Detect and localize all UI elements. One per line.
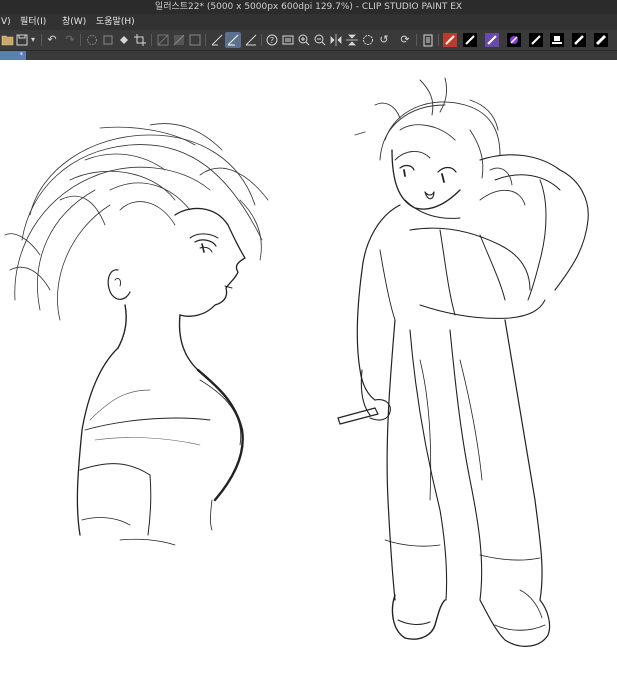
drawing-canvas[interactable]: [0, 60, 617, 680]
tablet-icon[interactable]: [420, 32, 436, 48]
flip-vertical-icon[interactable]: [344, 32, 360, 48]
document-tab-bar: *: [0, 51, 617, 60]
crop-icon[interactable]: [132, 32, 148, 48]
eraser-icon[interactable]: [571, 32, 587, 48]
undo-icon[interactable]: ↶: [44, 32, 60, 48]
layers-icon[interactable]: [280, 32, 296, 48]
frame-icon[interactable]: [187, 32, 203, 48]
clear-selection-icon[interactable]: [84, 32, 100, 48]
snap-icon[interactable]: [209, 32, 225, 48]
refresh-icon[interactable]: ⟳: [397, 32, 413, 48]
marker-icon[interactable]: [593, 32, 609, 48]
dropdown-arrow-icon[interactable]: ▾: [28, 32, 38, 48]
command-bar: ▾ ↶ ↷ ? ↺ ⟳: [0, 30, 617, 51]
menu-item-filter[interactable]: 필터(I): [20, 14, 46, 30]
menu-bar: V) 필터(I) 창(W) 도움말(H): [0, 14, 617, 30]
reset-rotation-icon[interactable]: ↺: [376, 32, 392, 48]
document-tab[interactable]: *: [0, 51, 26, 60]
tab-label: *: [19, 51, 24, 59]
window-title: 일러스트22* (5000 x 5000px 600dpi 129.7%) - …: [0, 0, 617, 14]
perspective-icon[interactable]: [171, 32, 187, 48]
menu-item-view[interactable]: V): [1, 14, 11, 30]
redo-icon[interactable]: ↷: [62, 32, 78, 48]
red-pen-icon[interactable]: [442, 32, 458, 48]
purple-pen-icon[interactable]: [484, 32, 500, 48]
transform-icon[interactable]: [100, 32, 116, 48]
help-icon[interactable]: ?: [264, 32, 280, 48]
flip-horizontal-icon[interactable]: [328, 32, 344, 48]
sketch-artwork: [4, 77, 589, 647]
black-pen-icon[interactable]: [528, 32, 544, 48]
zoom-in-icon[interactable]: [296, 32, 312, 48]
snap-active-icon[interactable]: [225, 32, 241, 48]
menu-item-help[interactable]: 도움말(H): [96, 14, 135, 30]
svg-text:?: ?: [270, 36, 274, 45]
stamp-icon[interactable]: [549, 32, 565, 48]
ink-pen-icon[interactable]: [462, 32, 478, 48]
purple-brush-icon[interactable]: [506, 32, 522, 48]
menu-item-window[interactable]: 창(W): [62, 14, 86, 30]
ruler-icon[interactable]: [155, 32, 171, 48]
rotate-icon[interactable]: [360, 32, 376, 48]
zoom-out-icon[interactable]: [312, 32, 328, 48]
snap-grid-icon[interactable]: [243, 32, 259, 48]
fill-icon[interactable]: [116, 32, 132, 48]
